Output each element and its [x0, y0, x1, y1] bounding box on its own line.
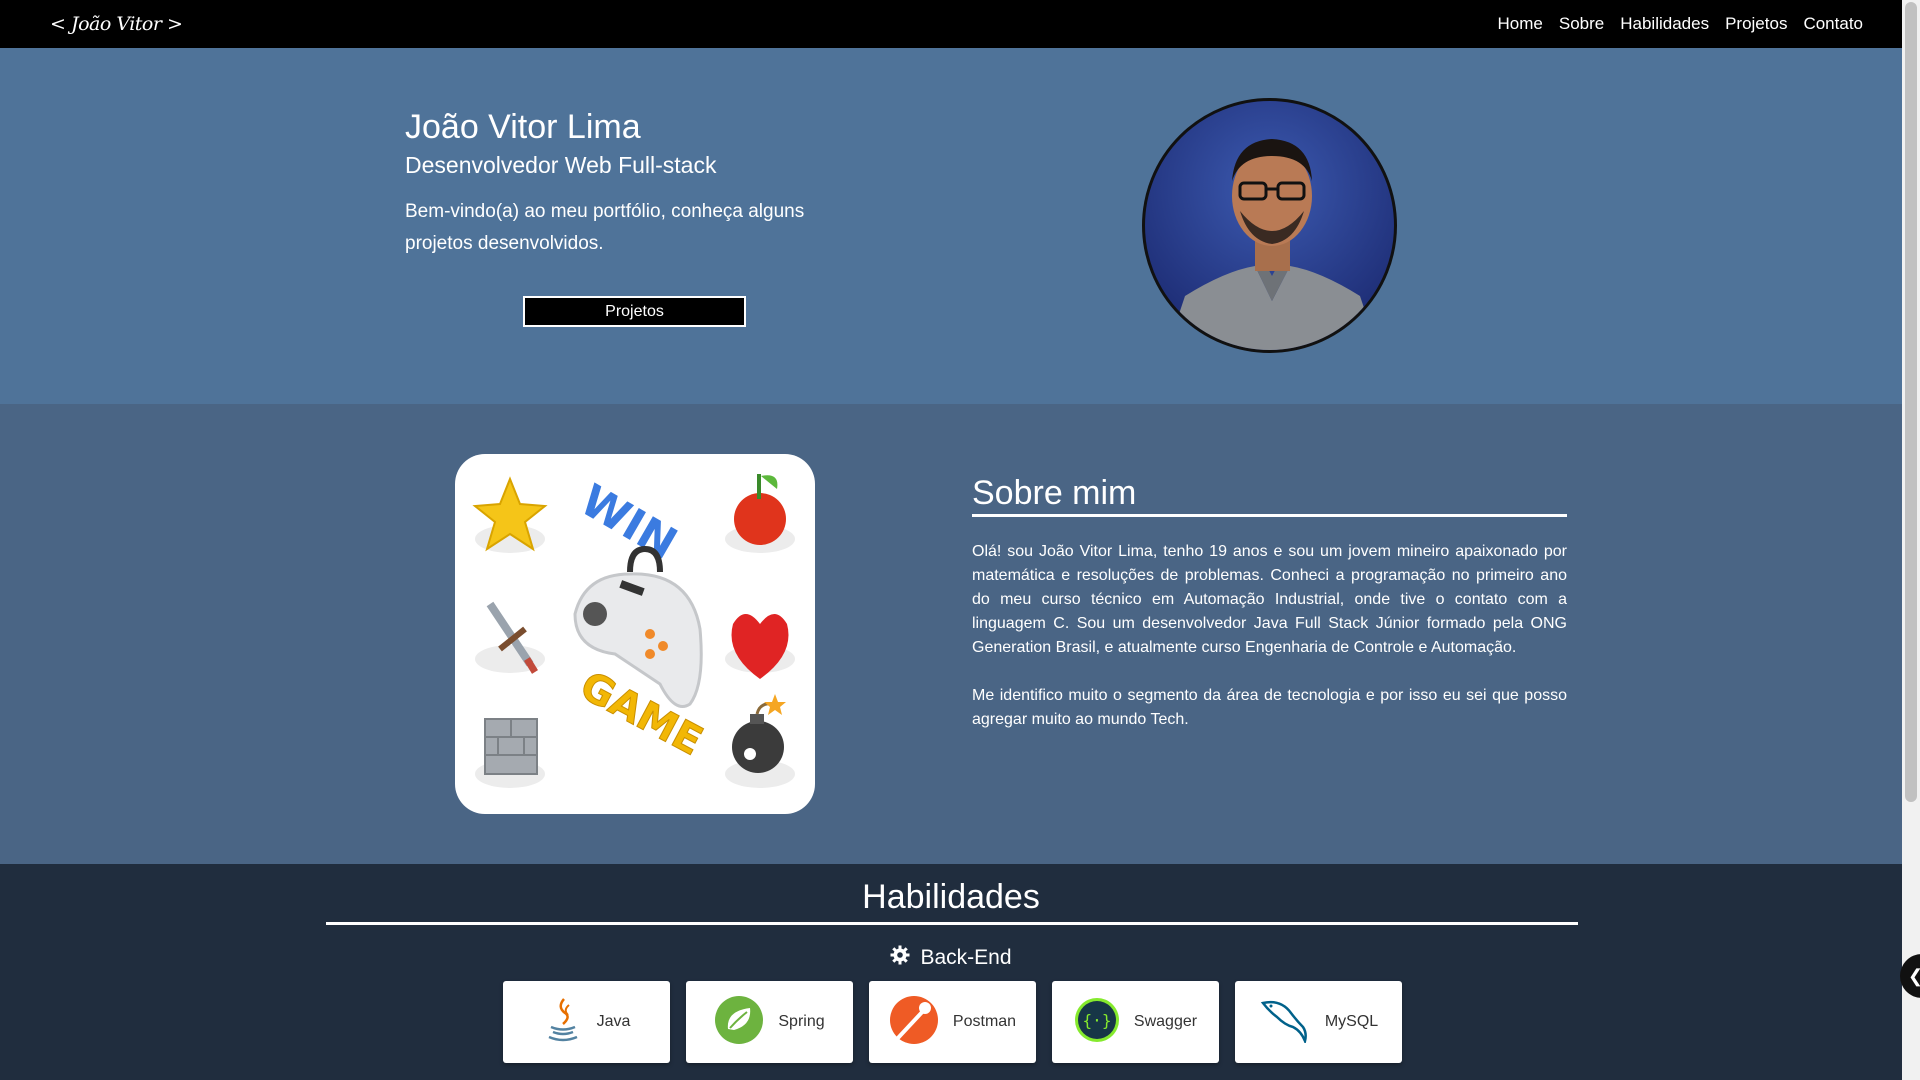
- habilidades-section: Habilidades Back-End Java Spring Postman…: [0, 864, 1902, 1080]
- navbar: < João Vitor > Home Sobre Habilidades Pr…: [0, 0, 1902, 48]
- mysql-icon: [1259, 997, 1311, 1048]
- sobre-title: Sobre mim: [972, 474, 1137, 512]
- skill-label: Swagger: [1133, 1013, 1198, 1030]
- hero-section: João Vitor Lima Desenvolvedor Web Full-s…: [0, 48, 1902, 404]
- nav-link-habilidades[interactable]: Habilidades: [1620, 14, 1709, 34]
- skill-label: Postman: [952, 1013, 1017, 1030]
- habilidades-title: Habilidades: [862, 878, 1040, 916]
- sobre-divider: [972, 514, 1567, 517]
- skill-label: MySQL: [1324, 1013, 1379, 1030]
- page-scrollbar[interactable]: [1902, 0, 1920, 1080]
- skill-card-mysql[interactable]: MySQL: [1235, 981, 1402, 1063]
- habilidades-divider: [326, 922, 1578, 925]
- skill-card-swagger[interactable]: {·} Swagger: [1052, 981, 1219, 1063]
- skill-label: Spring: [778, 1013, 825, 1030]
- swagger-icon: {·}: [1074, 997, 1120, 1048]
- skill-label: Java: [596, 1013, 631, 1030]
- nav-link-home[interactable]: Home: [1498, 14, 1543, 34]
- gear-icon: [890, 945, 910, 971]
- sobre-paragraph-1: Olá! sou João Vitor Lima, tenho 19 anos …: [972, 543, 1567, 656]
- spring-icon: [714, 995, 764, 1050]
- hero-intro: Bem-vindo(a) ao meu portfólio, conheça a…: [405, 201, 805, 254]
- backend-label: Back-End: [920, 946, 1012, 969]
- game-illustration: WIN GAME: [455, 454, 815, 814]
- sobre-text: Olá! sou João Vitor Lima, tenho 19 anos …: [972, 540, 1567, 756]
- sobre-section: WIN GAME Sobre mim Olá! sou João Vitor L…: [0, 404, 1902, 864]
- projetos-button[interactable]: Projetos: [523, 296, 746, 327]
- svg-text:{·}: {·}: [1082, 1011, 1111, 1030]
- backend-category: Back-End: [0, 945, 1902, 971]
- nav-link-projetos[interactable]: Projetos: [1725, 14, 1787, 34]
- hero-name: João Vitor Lima: [405, 108, 641, 146]
- postman-icon: [889, 995, 939, 1050]
- hero-role: Desenvolvedor Web Full-stack: [405, 152, 717, 178]
- skill-card-postman[interactable]: Postman: [869, 981, 1036, 1063]
- scrollbar-thumb[interactable]: [1905, 2, 1917, 802]
- nav-links: Home Sobre Habilidades Projetos Contato: [1498, 14, 1864, 34]
- java-icon: [543, 997, 583, 1048]
- nav-link-contato[interactable]: Contato: [1803, 14, 1863, 34]
- skill-card-java[interactable]: Java: [503, 981, 670, 1063]
- nav-link-sobre[interactable]: Sobre: [1559, 14, 1604, 34]
- skills-list: Java Spring Postman {·} Swagger MySQL: [503, 981, 1402, 1063]
- sobre-paragraph-2: Me identifico muito o segmento da área d…: [972, 687, 1567, 728]
- skill-card-spring[interactable]: Spring: [686, 981, 853, 1063]
- svg-text:WIN: WIN: [572, 475, 686, 570]
- profile-avatar: [1142, 98, 1397, 353]
- site-logo[interactable]: < João Vitor >: [50, 13, 183, 35]
